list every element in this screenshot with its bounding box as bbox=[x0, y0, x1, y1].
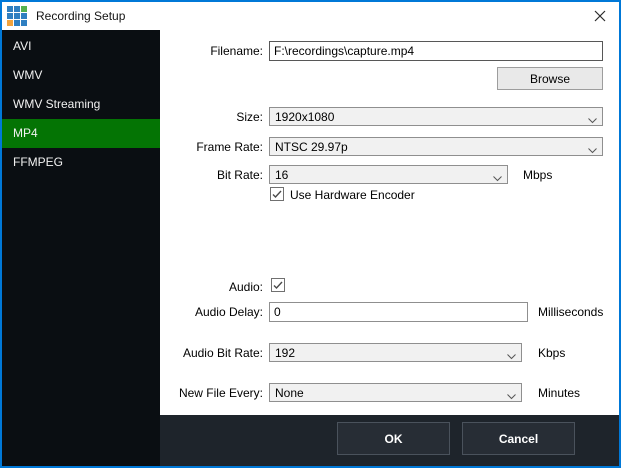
bit-rate-dropdown[interactable]: 16 bbox=[269, 165, 508, 184]
audio-bit-rate-label: Audio Bit Rate: bbox=[160, 346, 263, 360]
new-file-every-dropdown[interactable]: None bbox=[269, 383, 522, 402]
chevron-down-icon bbox=[507, 389, 516, 403]
window-title: Recording Setup bbox=[36, 9, 125, 23]
chevron-down-icon bbox=[493, 171, 502, 185]
chevron-down-icon bbox=[507, 349, 516, 363]
audio-delay-unit: Milliseconds bbox=[538, 305, 603, 319]
bit-rate-label: Bit Rate: bbox=[160, 168, 263, 182]
size-label: Size: bbox=[160, 110, 263, 124]
sidebar-item-wmv[interactable]: WMV bbox=[2, 61, 160, 90]
audio-bit-rate-unit: Kbps bbox=[538, 346, 565, 360]
size-dropdown[interactable]: 1920x1080 bbox=[269, 107, 603, 126]
audio-label: Audio: bbox=[160, 280, 263, 294]
filename-label: Filename: bbox=[160, 44, 263, 58]
size-value: 1920x1080 bbox=[275, 110, 334, 124]
app-icon bbox=[7, 6, 27, 26]
close-icon[interactable] bbox=[592, 8, 608, 24]
title-bar: Recording Setup bbox=[2, 2, 619, 30]
hardware-encoder-checkbox[interactable] bbox=[270, 187, 284, 201]
checkmark-icon bbox=[273, 281, 283, 290]
checkmark-icon bbox=[272, 190, 282, 199]
new-file-every-value: None bbox=[275, 386, 304, 400]
frame-rate-dropdown[interactable]: NTSC 29.97p bbox=[269, 137, 603, 156]
sidebar-item-mp4[interactable]: MP4 bbox=[2, 119, 160, 148]
filename-input[interactable] bbox=[269, 41, 603, 61]
recording-setup-dialog: Recording Setup AVI WMV WMV Streaming MP… bbox=[0, 0, 621, 468]
audio-checkbox[interactable] bbox=[271, 278, 285, 292]
format-sidebar: AVI WMV WMV Streaming MP4 FFMPEG bbox=[2, 30, 160, 466]
frame-rate-label: Frame Rate: bbox=[160, 140, 263, 154]
cancel-button[interactable]: Cancel bbox=[462, 422, 575, 455]
sidebar-item-avi[interactable]: AVI bbox=[2, 32, 160, 61]
browse-button[interactable]: Browse bbox=[497, 67, 603, 90]
audio-delay-input[interactable] bbox=[269, 302, 528, 322]
bit-rate-unit: Mbps bbox=[523, 168, 552, 182]
bit-rate-value: 16 bbox=[275, 168, 288, 182]
chevron-down-icon bbox=[588, 113, 597, 127]
audio-bit-rate-value: 192 bbox=[275, 346, 295, 360]
audio-bit-rate-dropdown[interactable]: 192 bbox=[269, 343, 522, 362]
audio-delay-label: Audio Delay: bbox=[160, 305, 263, 319]
ok-button[interactable]: OK bbox=[337, 422, 450, 455]
frame-rate-value: NTSC 29.97p bbox=[275, 140, 348, 154]
footer-bar: OK Cancel bbox=[160, 415, 619, 466]
chevron-down-icon bbox=[588, 143, 597, 157]
sidebar-item-wmv-streaming[interactable]: WMV Streaming bbox=[2, 90, 160, 119]
new-file-every-label: New File Every: bbox=[160, 386, 263, 400]
hardware-encoder-label: Use Hardware Encoder bbox=[290, 188, 415, 202]
sidebar-item-ffmpeg[interactable]: FFMPEG bbox=[2, 148, 160, 177]
new-file-every-unit: Minutes bbox=[538, 386, 580, 400]
settings-panel: Filename: Browse Size: 1920x1080 Frame R… bbox=[160, 30, 619, 415]
